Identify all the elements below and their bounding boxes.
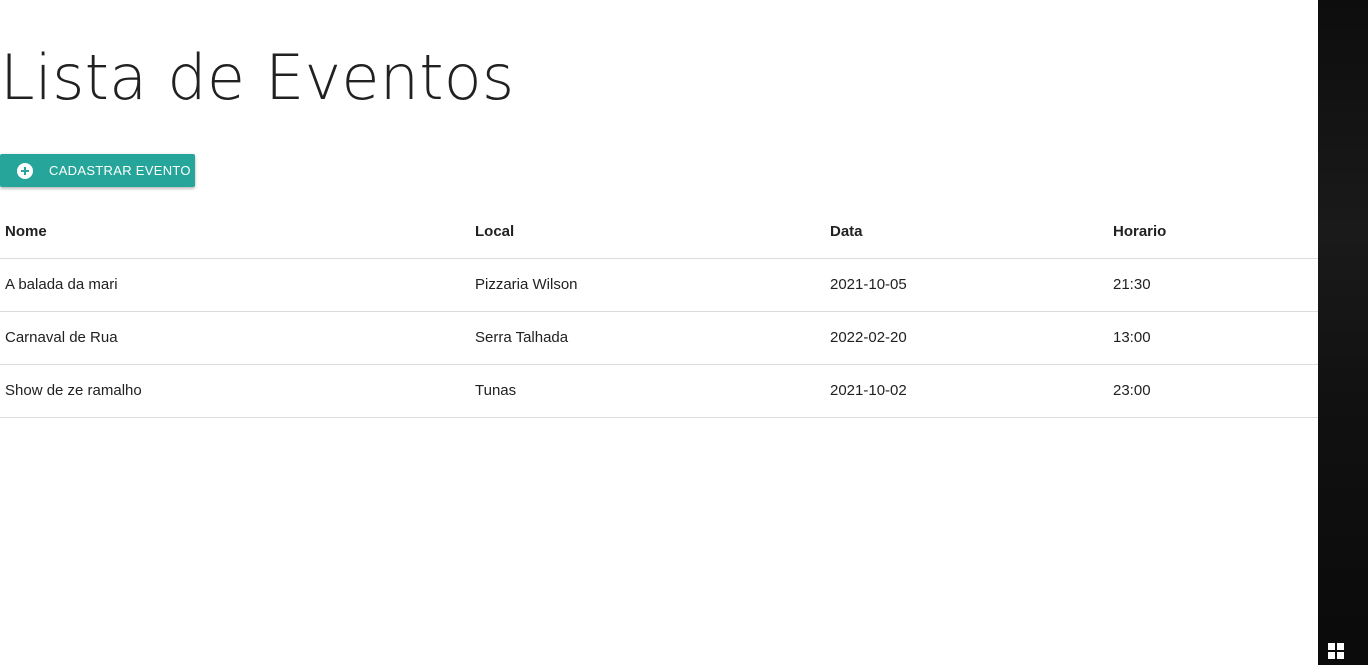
cell-horario: 13:00 <box>1108 311 1318 365</box>
windows-icon[interactable] <box>1328 643 1344 659</box>
page: Lista de Eventos CADASTRAR EVENTO Nome L… <box>0 0 1318 665</box>
table-header-row: Nome Local Data Horario <box>0 205 1318 259</box>
table-row: Carnaval de Rua Serra Talhada 2022-02-20… <box>0 311 1318 365</box>
cell-nome: Show de ze ramalho <box>0 364 470 418</box>
plus-circle-icon <box>17 162 33 179</box>
cell-data: 2021-10-02 <box>825 364 1108 418</box>
table-row: Show de ze ramalho Tunas 2021-10-02 23:0… <box>0 364 1318 418</box>
taskbar <box>1318 635 1368 665</box>
page-title: Lista de Eventos <box>0 41 515 114</box>
events-table: Nome Local Data Horario A balada da mari… <box>0 205 1318 418</box>
cell-nome: A balada da mari <box>0 258 470 312</box>
cell-nome: Carnaval de Rua <box>0 311 470 365</box>
desktop-background <box>1318 0 1368 665</box>
column-header-local: Local <box>470 205 825 259</box>
cell-data: 2022-02-20 <box>825 311 1108 365</box>
cell-data: 2021-10-05 <box>825 258 1108 312</box>
column-header-nome: Nome <box>0 205 470 259</box>
cell-horario: 21:30 <box>1108 258 1318 312</box>
add-event-button[interactable]: CADASTRAR EVENTO <box>0 154 195 187</box>
cell-local: Tunas <box>470 364 825 418</box>
cell-local: Pizzaria Wilson <box>470 258 825 312</box>
cell-local: Serra Talhada <box>470 311 825 365</box>
cell-horario: 23:00 <box>1108 364 1318 418</box>
column-header-horario: Horario <box>1108 205 1318 259</box>
table-row: A balada da mari Pizzaria Wilson 2021-10… <box>0 258 1318 312</box>
add-event-label: CADASTRAR EVENTO <box>49 163 191 178</box>
column-header-data: Data <box>825 205 1108 259</box>
